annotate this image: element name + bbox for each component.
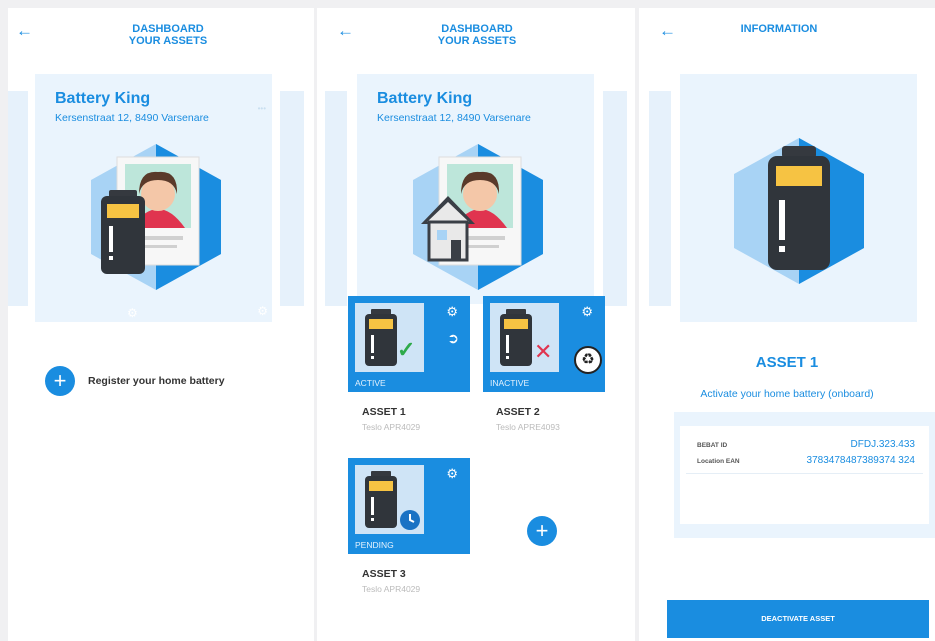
divider [686, 473, 923, 474]
asset-tile-active[interactable]: ✓ ⚙ ➲ ACTIVE [348, 296, 470, 392]
asset-illustration [734, 138, 864, 284]
deactivate-asset-button[interactable]: DEACTIVATE ASSET [667, 600, 929, 638]
back-arrow-icon[interactable]: ← [16, 22, 33, 39]
prev-card-peek[interactable] [325, 91, 347, 306]
asset-image-card [680, 74, 917, 322]
check-icon: ✓ [397, 337, 416, 362]
logout-icon[interactable]: ➲ [447, 330, 459, 347]
asset-name: ASSET 3 [362, 568, 406, 580]
bebat-id-value: DFDJ.323.433 [850, 439, 915, 450]
back-arrow-icon[interactable]: ← [659, 22, 676, 39]
battery-icon [500, 309, 532, 366]
asset-thumbnail: ✕ [490, 303, 559, 372]
asset-model: Teslo APRE4093 [496, 422, 560, 432]
asset-tile-pending[interactable]: ⚙ PENDING [348, 458, 470, 554]
asset-status: ACTIVE [355, 378, 386, 388]
more-dots-icon[interactable]: ••• [258, 104, 266, 113]
owner-name: Battery King [377, 90, 473, 107]
title-line-2: YOUR ASSETS [437, 35, 517, 47]
asset-title: ASSET 1 [755, 354, 819, 371]
asset-name: ASSET 1 [362, 406, 406, 418]
asset-model: Teslo APR4029 [362, 584, 421, 594]
activate-link[interactable]: Activate your home battery (onboard) [639, 388, 935, 400]
next-card-peek[interactable] [280, 91, 304, 306]
owner-card[interactable]: Battery King Kersenstraat 12, 8490 Varse… [357, 74, 594, 304]
asset-details-card: BEBAT ID DFDJ.323.433 Location EAN 37834… [680, 426, 929, 524]
title-line-2: YOUR ASSETS [128, 35, 208, 47]
owner-name: Battery King [55, 90, 151, 107]
cross-icon: ✕ [534, 339, 553, 364]
dashboard-screen-empty: ← DASHBOARD YOUR ASSETS Battery King Ker… [8, 8, 314, 641]
title-line-1: DASHBOARD [132, 23, 204, 35]
title-line-1: DASHBOARD [441, 23, 513, 35]
owner-address: Kersenstraat 12, 8490 Varsenare [55, 112, 209, 124]
asset-name: ASSET 2 [496, 406, 540, 418]
dashboard-screen-assets: ← DASHBOARD YOUR ASSETS Battery King Ker… [317, 8, 635, 641]
owner-card[interactable]: Battery King Kersenstraat 12, 8490 Varse… [35, 74, 272, 322]
settings-gear-icon[interactable]: ⚙ [581, 304, 593, 320]
battery-icon [365, 471, 397, 528]
asset-tile-inactive[interactable]: ✕ ⚙ ♻ INACTIVE [483, 296, 605, 392]
bebat-id-label: BEBAT ID [697, 442, 728, 449]
owner-address: Kersenstraat 12, 8490 Varsenare [377, 112, 531, 124]
settings-gear-icon[interactable]: ⚙ [446, 304, 458, 320]
register-battery-label[interactable]: Register your home battery [88, 375, 225, 387]
battery-icon [365, 309, 397, 366]
next-card-peek[interactable] [603, 91, 627, 306]
add-asset-button[interactable]: + [527, 516, 557, 546]
prev-card-peek[interactable] [649, 91, 671, 306]
prev-card-peek[interactable] [8, 91, 28, 306]
location-ean-value: 3783478487389374 324 [806, 455, 915, 466]
battery-icon [101, 190, 145, 274]
battery-icon [768, 146, 830, 270]
asset-model: Teslo APR4029 [362, 422, 421, 432]
page-title: DASHBOARD YOUR ASSETS [397, 23, 557, 47]
clock-icon [400, 510, 420, 530]
owner-illustration [413, 144, 543, 290]
page-title: DASHBOARD YOUR ASSETS [88, 23, 248, 47]
asset-thumbnail [355, 465, 424, 534]
screens-row: ← DASHBOARD YOUR ASSETS Battery King Ker… [0, 0, 935, 641]
asset-thumbnail: ✓ [355, 303, 424, 372]
owner-illustration [91, 144, 221, 290]
register-battery-button[interactable]: + [45, 366, 75, 396]
asset-details-panel: BEBAT ID DFDJ.323.433 Location EAN 37834… [674, 412, 935, 538]
recycle-icon[interactable]: ♻ [574, 346, 602, 374]
information-screen: ← INFORMATION ASSET 1 Activate your home… [639, 8, 935, 641]
asset-status: PENDING [355, 540, 394, 550]
location-ean-label: Location EAN [697, 458, 740, 465]
settings-gear-icon-2[interactable]: ⚙ [257, 304, 268, 318]
settings-gear-icon[interactable]: ⚙ [127, 306, 138, 320]
asset-status: INACTIVE [490, 378, 530, 388]
settings-gear-icon[interactable]: ⚙ [446, 466, 458, 482]
back-arrow-icon[interactable]: ← [337, 22, 354, 39]
page-title: INFORMATION [740, 23, 818, 35]
